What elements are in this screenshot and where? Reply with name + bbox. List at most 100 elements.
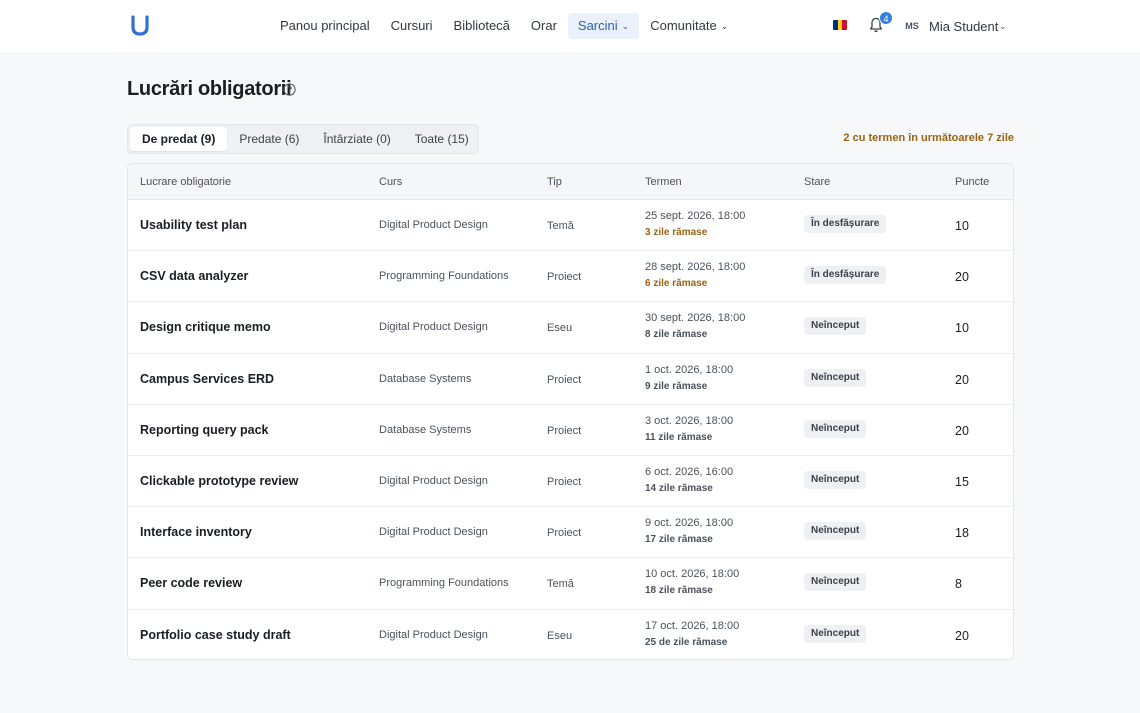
table-row[interactable]: Clickable prototype review Digital Produc… [128, 456, 1013, 508]
points-value: 20 [955, 372, 969, 387]
assignment-type: Eseu [547, 322, 573, 335]
course-name: Database Systems [379, 372, 472, 385]
due-date: 6 oct. 2026, 16:00 [645, 465, 734, 478]
days-remaining: 14 zile rămase [645, 482, 713, 494]
nav-item-label: Bibliotecă [453, 18, 510, 33]
column-header-due[interactable]: Termen [645, 176, 682, 188]
assignment-type: Proiect [547, 271, 582, 284]
column-header-type[interactable]: Tip [547, 176, 562, 188]
user-name[interactable]: Mia Student [929, 19, 998, 34]
table-row[interactable]: Usability test plan Digital Product Desig… [128, 200, 1013, 252]
points-value: 8 [955, 577, 962, 592]
assignment-name[interactable]: Usability test plan [140, 218, 247, 232]
assignments-table: Lucrare obligatorie Curs Tip Termen Star… [127, 163, 1014, 660]
due-date: 3 oct. 2026, 18:00 [645, 414, 734, 427]
course-name: Programming Foundations [379, 577, 509, 590]
app-logo-icon[interactable] [130, 15, 150, 37]
romania-flag-icon[interactable] [833, 20, 847, 30]
column-header-status[interactable]: Stare [804, 176, 830, 188]
days-remaining: 25 de zile rămase [645, 636, 728, 648]
assignment-name[interactable]: Clickable prototype review [140, 474, 298, 488]
column-header-points[interactable]: Puncte [955, 176, 989, 188]
chevron-down-icon: ⌄ [621, 21, 630, 31]
due-date: 17 oct. 2026, 18:00 [645, 619, 740, 632]
nav-item-label: Panou principal [280, 18, 370, 33]
nav-item-4[interactable]: Sarcini ⌄ [567, 13, 640, 39]
tab-2[interactable]: Întârziate (0) [311, 127, 402, 151]
assignment-name[interactable]: Campus Services ERD [140, 372, 274, 386]
status-badge: În desfășurare [804, 215, 887, 233]
points-value: 20 [955, 423, 969, 438]
assignment-name[interactable]: Interface inventory [140, 525, 252, 539]
tab-0[interactable]: De predat (9) [130, 127, 228, 151]
due-date: 9 oct. 2026, 18:00 [645, 517, 734, 530]
status-badge: Neînceput [804, 573, 867, 592]
due-date: 28 sept. 2026, 18:00 [645, 261, 746, 274]
status-badge: Neînceput [804, 317, 867, 336]
assignment-type: Proiect [547, 527, 582, 540]
table-row[interactable]: Design critique memo Digital Product Desi… [128, 302, 1013, 354]
points-value: 10 [955, 219, 969, 233]
column-header-course[interactable]: Curs [379, 176, 402, 188]
due-soon-note: 2 cu termen în următoarele 7 zile [843, 132, 1014, 144]
due-date: 1 oct. 2026, 18:00 [645, 363, 734, 376]
table-row[interactable]: Interface inventory Digital Product Desig… [128, 507, 1013, 559]
column-header-name[interactable]: Lucrare obligatorie [140, 176, 231, 188]
days-remaining: 3 zile rămase [645, 227, 708, 238]
nav-item-label: Orar [530, 18, 557, 33]
assignment-name[interactable]: Portfolio case study draft [140, 628, 291, 642]
tab-3[interactable]: Toate (15) [403, 127, 481, 151]
assignment-name[interactable]: CSV data analyzer [140, 269, 248, 283]
days-remaining: 11 zile rămase [645, 431, 713, 443]
status-badge: Neînceput [804, 522, 867, 541]
nav-item-label: Comunitate [650, 18, 717, 33]
nav-item-1[interactable]: Cursuri [381, 13, 443, 39]
assignment-type: Temă [547, 220, 574, 232]
assignment-type: Eseu [547, 629, 573, 642]
table-row[interactable]: Campus Services ERD Database Systems Proie… [128, 354, 1013, 405]
days-remaining: 8 zile rămase [645, 329, 708, 341]
status-badge: Neînceput [804, 368, 867, 387]
top-navigation-bar: Panou principal Cursuri Bibliotecă Orar Sarc… [0, 0, 1140, 52]
points-value: 10 [955, 321, 969, 336]
course-name: Programming Foundations [379, 270, 509, 283]
days-remaining: 9 zile rămase [645, 380, 708, 392]
chevron-down-icon: ⌄ [720, 21, 729, 31]
days-remaining: 18 zile rămase [645, 585, 713, 597]
tab-1[interactable]: Predate (6) [227, 127, 311, 151]
page-title: Lucrări obligatorii [127, 78, 292, 100]
table-header: Lucrare obligatorie Curs Tip Termen Star… [128, 164, 1013, 200]
status-badge: Neînceput [804, 470, 867, 489]
chevron-down-icon[interactable]: ⌄ [999, 21, 1007, 32]
status-badge: În desfășurare [804, 266, 887, 285]
due-date: 10 oct. 2026, 18:00 [645, 568, 740, 581]
course-name: Database Systems [379, 423, 472, 436]
days-remaining: 6 zile rămase [645, 278, 708, 290]
course-name: Digital Product Design [379, 474, 488, 487]
due-date: 30 sept. 2026, 18:00 [645, 312, 746, 325]
nav-item-2[interactable]: Bibliotecă [444, 13, 520, 39]
nav-item-0[interactable]: Panou principal [270, 13, 380, 39]
course-name: Digital Product Design [379, 526, 488, 539]
assignment-name[interactable]: Design critique memo [140, 320, 271, 334]
assignment-type: Proiect [547, 424, 582, 437]
nav-item-5[interactable]: Comunitate ⌄ [640, 13, 738, 39]
help-icon[interactable] [283, 83, 296, 96]
assignment-name[interactable]: Reporting query pack [140, 423, 269, 437]
table-row[interactable]: CSV data analyzer Programming Foundations… [128, 251, 1013, 303]
main-nav: Panou principal Cursuri Bibliotecă Orar Sarc… [270, 13, 739, 39]
course-name: Digital Product Design [379, 219, 488, 231]
table-row[interactable]: Portfolio case study draft Digital Produc… [128, 610, 1013, 660]
assignment-name[interactable]: Peer code review [140, 576, 242, 590]
points-value: 15 [955, 474, 969, 489]
avatar[interactable]: MS [902, 16, 922, 36]
table-body: Usability test plan Digital Product Desig… [128, 200, 1013, 660]
table-row[interactable]: Peer code review Programming Foundations T… [128, 558, 1013, 610]
table-row[interactable]: Reporting query pack Database Systems Proi… [128, 405, 1013, 456]
days-remaining: 17 zile rămase [645, 534, 713, 546]
assignment-type: Temă [547, 578, 574, 591]
nav-item-3[interactable]: Orar [521, 13, 567, 39]
points-value: 20 [955, 270, 969, 285]
assignment-type: Proiect [547, 373, 582, 386]
nav-item-label: Sarcini [577, 18, 618, 33]
